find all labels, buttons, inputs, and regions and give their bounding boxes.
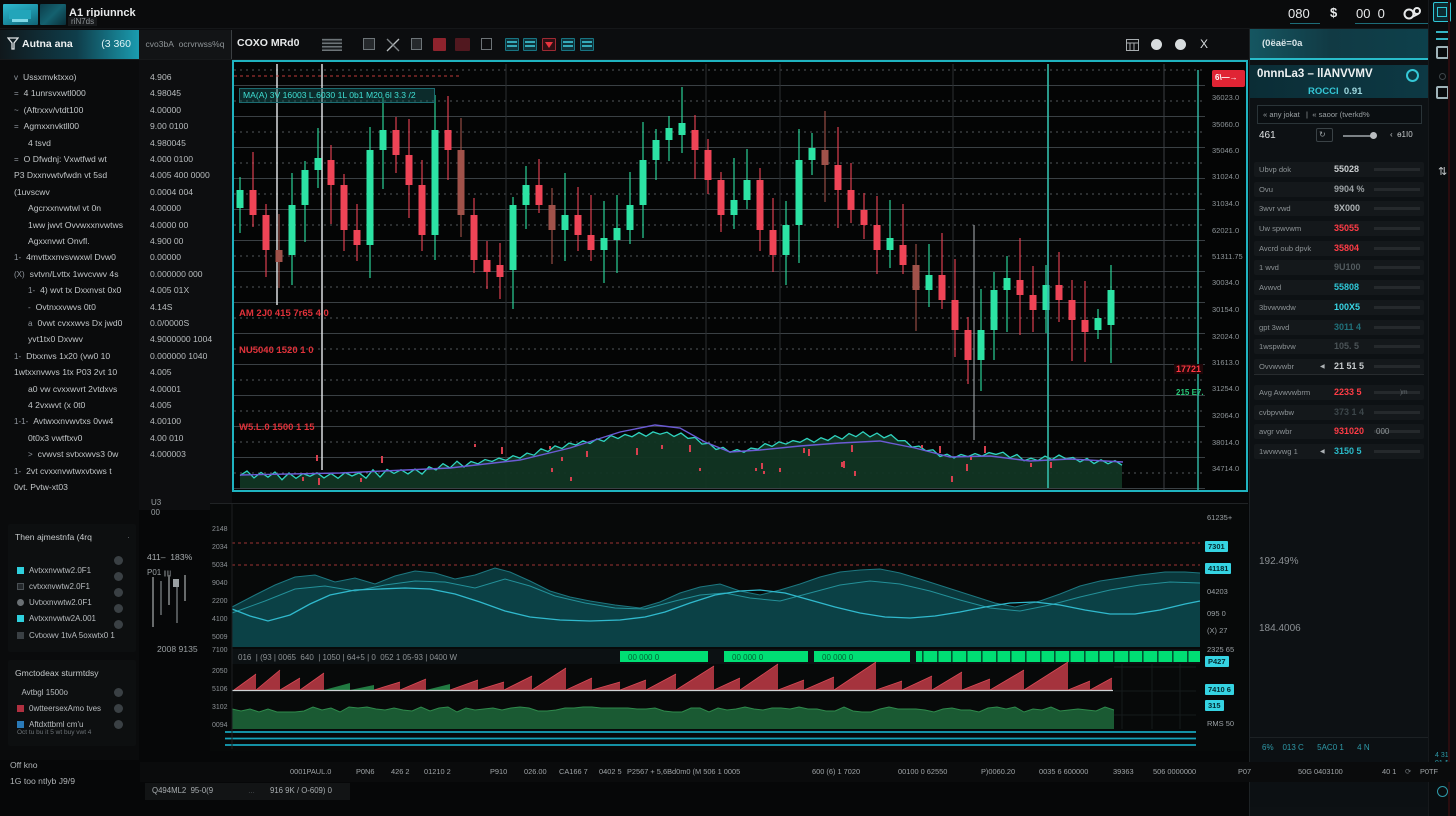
svg-text:00 000 0: 00 000 0	[822, 653, 854, 662]
svg-text:016 | (93 | 0065 640 | 1050: 016 | (93 | 0065 640 | 1050 | 64+5 | 0 0…	[238, 653, 458, 662]
svg-text:00 000 0: 00 000 0	[628, 653, 660, 662]
svg-text:00 000 0: 00 000 0	[732, 653, 764, 662]
